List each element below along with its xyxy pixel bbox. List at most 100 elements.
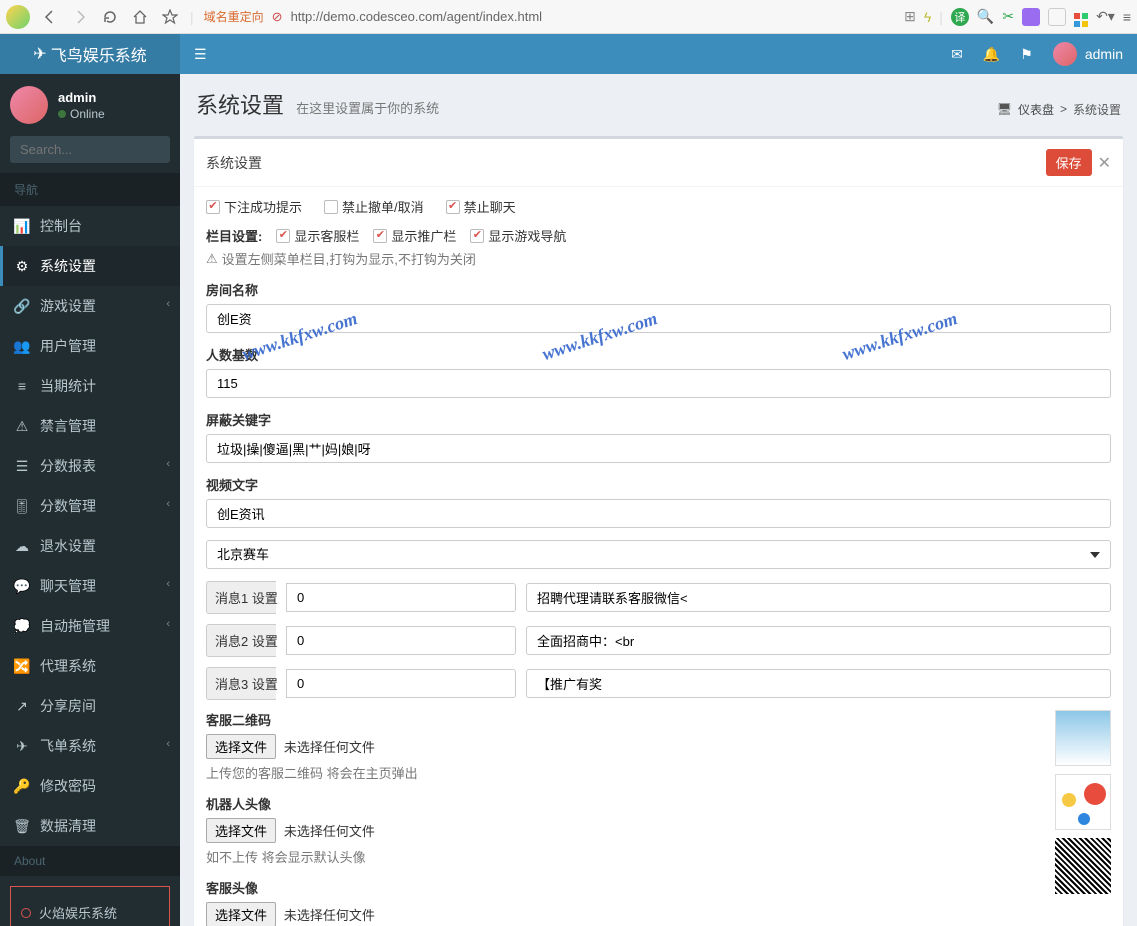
bell-icon[interactable]: 🔔 (983, 46, 1000, 63)
main-header: ✈飞鸟娱乐系统 ☰ ✉ 🔔 ⚑ admin (0, 34, 1137, 74)
people-base-label: 人数基数 (206, 345, 1111, 364)
chk-forbid-cancel[interactable]: 禁止撤单/取消 (324, 197, 424, 216)
col-setting-label: 栏目设置: (206, 226, 262, 245)
robot-avatar-choose[interactable]: 选择文件 (206, 818, 276, 843)
sidebar-status: Online (58, 107, 105, 121)
sidebar-item-分享房间[interactable]: ↗分享房间 (0, 686, 180, 726)
user-avatar (10, 86, 48, 124)
dashboard-icon: 🖥 (997, 102, 1012, 116)
chevron-left-icon: ‹ (166, 458, 170, 470)
msg2-text-input[interactable] (526, 626, 1111, 655)
chk-show-service[interactable]: 显示客服栏 (276, 226, 359, 245)
sidebar-item-分数管理[interactable]: ‹🎚分数管理 (0, 486, 180, 526)
people-base-input[interactable] (206, 369, 1111, 398)
close-button[interactable]: ✕ (1098, 153, 1111, 173)
search-input[interactable] (10, 136, 180, 163)
qr-service-help: 上传您的客服二维码 将会在主页弹出 (206, 763, 1035, 782)
sidebar-item-用户管理[interactable]: 👥用户管理 (0, 326, 180, 366)
link-icon: 🔗 (14, 298, 30, 315)
warning-icon: ⚠ (14, 418, 30, 435)
breadcrumb-home[interactable]: 仪表盘 (1018, 101, 1054, 118)
about-name: 火焰娱乐系统 (39, 903, 117, 922)
content-wrapper: 系统设置 在这里设置属于你的系统 🖥 仪表盘 > 系统设置 www.kkfxw.… (180, 74, 1137, 926)
undo-icon[interactable]: ↶▾ (1096, 8, 1115, 25)
sidebar-item-label: 飞单系统 (40, 736, 96, 756)
apps-icon[interactable] (1074, 6, 1088, 27)
trash-icon: 🗑 (14, 818, 30, 835)
qr-service-label: 客服二维码 (206, 710, 1035, 729)
block-keywords-input[interactable] (206, 434, 1111, 463)
game-select[interactable]: 北京赛车 (206, 540, 1111, 569)
app-logo[interactable]: ✈飞鸟娱乐系统 (0, 34, 180, 74)
block-keywords-label: 屏蔽关键字 (206, 410, 1111, 429)
sidebar-item-label: 代理系统 (40, 656, 96, 676)
chk-bet-success[interactable]: 下注成功提示 (206, 197, 302, 216)
qr-service-choose[interactable]: 选择文件 (206, 734, 276, 759)
mail-icon[interactable]: ✉ (951, 46, 963, 63)
breadcrumb: 🖥 仪表盘 > 系统设置 (997, 101, 1121, 118)
url-text[interactable]: http://demo.codesceo.com/agent/index.htm… (291, 9, 542, 24)
msg1-num-input[interactable] (286, 583, 516, 612)
msg3-num-input[interactable] (286, 669, 516, 698)
star-icon[interactable] (160, 7, 180, 27)
box-title: 系统设置 (206, 153, 262, 173)
about-box: 火焰娱乐系统 Version 1.6.8 (10, 886, 170, 926)
sidebar-item-修改密码[interactable]: 🔑修改密码 (0, 766, 180, 806)
page-subtitle: 在这里设置属于你的系统 (296, 101, 439, 116)
tachometer-icon: 📊 (14, 218, 30, 235)
ext1-icon[interactable] (1022, 8, 1040, 26)
chk-forbid-chat[interactable]: 禁止聊天 (446, 197, 516, 216)
sidebar-item-代理系统[interactable]: 🔀代理系统 (0, 646, 180, 686)
refresh-icon[interactable] (100, 7, 120, 27)
sidebar-item-控制台[interactable]: 📊控制台 (0, 206, 180, 246)
sidebar-item-分数报表[interactable]: ‹☰分数报表 (0, 446, 180, 486)
service-avatar-choose[interactable]: 选择文件 (206, 902, 276, 926)
flash-icon[interactable]: ϟ (924, 9, 931, 25)
msg1-text-input[interactable] (526, 583, 1111, 612)
robot-avatar-label: 机器人头像 (206, 794, 1035, 813)
chevron-left-icon: ‹ (166, 578, 170, 590)
ext2-icon[interactable] (1048, 8, 1066, 26)
sidebar-item-label: 当期统计 (40, 376, 96, 396)
sidebar-item-游戏设置[interactable]: ‹ 🔗 游戏设置 (0, 286, 180, 326)
forward-icon[interactable] (70, 7, 90, 27)
cloud-icon: ☁ (14, 538, 30, 555)
sidebar-item-系统设置[interactable]: ⚙系统设置 (0, 246, 180, 286)
sidebar-item-数据清理[interactable]: 🗑数据清理 (0, 806, 180, 846)
sidebar-item-退水设置[interactable]: ☁ 退水设置 (0, 526, 180, 566)
sidebar-item-自动拖管理[interactable]: ‹💭自动拖管理 (0, 606, 180, 646)
msg3-text-input[interactable] (526, 669, 1111, 698)
msg2-num-input[interactable] (286, 626, 516, 655)
save-button[interactable]: 保存 (1046, 149, 1092, 176)
sidebar-item-label: 禁言管理 (40, 416, 96, 436)
sidebar-item-label: 游戏设置 (40, 296, 96, 316)
breadcrumb-current: 系统设置 (1073, 101, 1121, 118)
back-icon[interactable] (40, 7, 60, 27)
sidebar-toggle-icon[interactable]: ☰ (194, 46, 207, 63)
service-avatar-nofile: 未选择任何文件 (284, 908, 375, 923)
scissors-icon[interactable]: ✂ (1002, 8, 1014, 25)
video-text-input[interactable] (206, 499, 1111, 528)
sidebar-item-当期统计[interactable]: ≡ 当期统计 (0, 366, 180, 406)
zoom-icon[interactable]: 🔍 (977, 8, 994, 25)
qrcode-icon[interactable]: ⊞ (904, 8, 916, 25)
chevron-left-icon: ‹ (166, 498, 170, 510)
settings-box: 系统设置 保存 ✕ 下注成功提示 禁止撤单/取消 禁止聊天 栏目设置: 显示客服… (194, 136, 1123, 926)
flag-icon[interactable]: ⚑ (1020, 46, 1033, 63)
list-icon: ≡ (14, 378, 30, 394)
nav-user[interactable]: admin (1053, 42, 1123, 66)
room-name-input[interactable] (206, 304, 1111, 333)
chk-show-gamenav[interactable]: 显示游戏导航 (470, 226, 566, 245)
menu-icon[interactable]: ≡ (1123, 9, 1131, 25)
translate-icon[interactable]: 译 (951, 8, 969, 26)
chevron-left-icon: ‹ (166, 298, 170, 310)
nav-username: admin (1085, 46, 1123, 62)
home-icon[interactable] (130, 7, 150, 27)
msg3-label: 消息3 设置 (206, 667, 276, 700)
sidebar-item-聊天管理[interactable]: ‹💬聊天管理 (0, 566, 180, 606)
sidebar-item-禁言管理[interactable]: ⚠ 禁言管理 (0, 406, 180, 446)
sidebar-item-label: 退水设置 (40, 536, 96, 556)
chk-show-promo[interactable]: 显示推广栏 (373, 226, 456, 245)
msg2-label: 消息2 设置 (206, 624, 276, 657)
sidebar-item-飞单系统[interactable]: ‹✈飞单系统 (0, 726, 180, 766)
